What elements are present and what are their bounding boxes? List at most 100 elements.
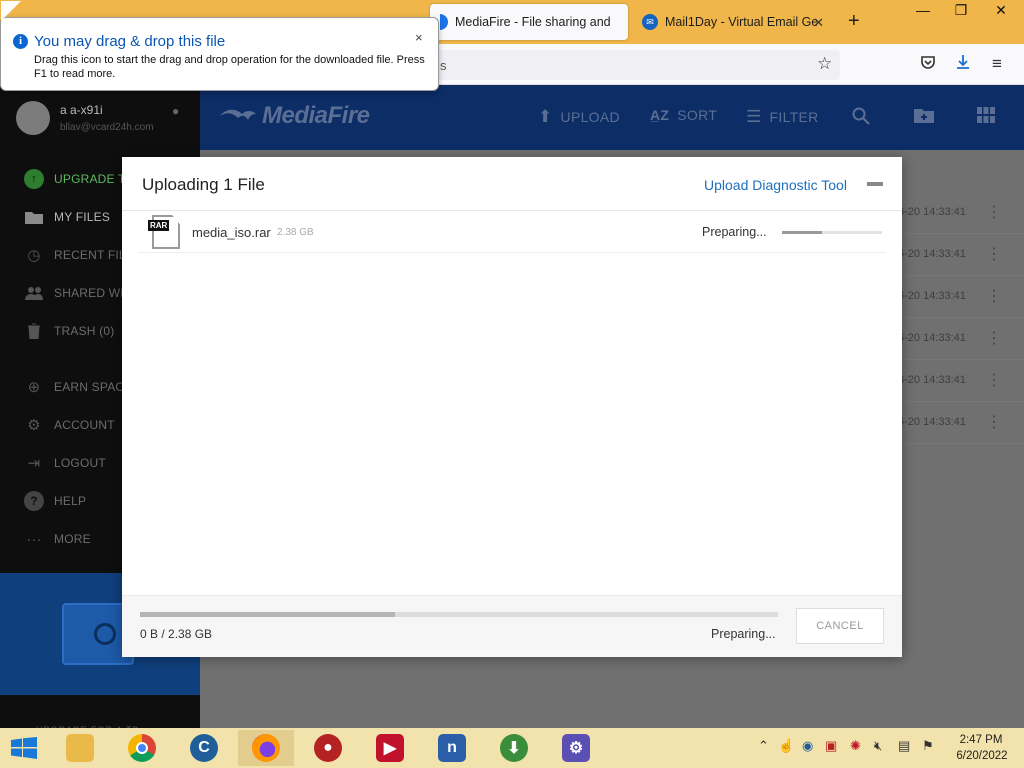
- file-progress-bar: [782, 231, 882, 234]
- row-date: 6-20 14:33:41: [898, 248, 966, 260]
- more-options-icon[interactable]: ⋮: [986, 202, 1002, 222]
- total-progress-fill: [140, 612, 396, 617]
- taskbar-app-ccleaner[interactable]: C: [176, 730, 232, 766]
- user-profile[interactable]: a a-x91i bllav@vcard24h.com ●: [16, 101, 196, 141]
- bookmark-star-icon[interactable]: ☆: [817, 54, 832, 74]
- tab-mail1day[interactable]: ✉ Mail1Day - Virtual Email Gen ✕: [632, 4, 832, 40]
- filter-button[interactable]: ☰ FILTER: [746, 107, 819, 127]
- info-icon: i: [13, 34, 28, 49]
- flag-icon[interactable]: ⚑: [922, 738, 934, 754]
- tooltip-arrow: [1, 1, 21, 21]
- pocket-icon[interactable]: [920, 54, 936, 75]
- sidebar-item-label: MORE: [54, 532, 91, 546]
- row-date: 6-20 14:33:41: [898, 206, 966, 218]
- logo-text: MediaFire: [262, 102, 370, 129]
- grid-view-icon: [977, 107, 995, 128]
- taskbar-app-settings[interactable]: ⚙: [548, 730, 604, 766]
- upload-dialog-title: Uploading 1 File: [142, 175, 265, 194]
- taskbar-app-download-manager[interactable]: ⬇: [486, 730, 542, 766]
- folder-icon: [24, 207, 44, 227]
- more-options-icon[interactable]: ⋮: [986, 412, 1002, 432]
- sidebar-item-label: UPGRADE T: [54, 172, 126, 186]
- more-options-icon[interactable]: ⋮: [986, 286, 1002, 306]
- help-icon: ?: [24, 491, 44, 511]
- upload-label: UPLOAD: [560, 109, 620, 125]
- recorder-icon: ●: [314, 734, 342, 762]
- taskbar-app-n[interactable]: n: [424, 730, 480, 766]
- address-bar[interactable]: s: [430, 50, 840, 80]
- tray-video-icon[interactable]: ▣: [825, 738, 837, 754]
- tray-record-icon[interactable]: ✺: [850, 738, 861, 754]
- chrome-icon: [128, 734, 156, 762]
- new-folder-icon: [914, 107, 934, 128]
- rar-file-icon: RAR: [148, 215, 180, 249]
- sidebar-item-label: RECENT FIL: [54, 248, 126, 262]
- minimize-window-icon[interactable]: —: [904, 0, 942, 22]
- clock-time[interactable]: 2:47 PM: [956, 734, 1006, 746]
- restore-window-icon[interactable]: ❐: [942, 0, 980, 22]
- tray-ccleaner-icon[interactable]: ◉: [802, 738, 813, 754]
- url-text: s: [440, 58, 447, 73]
- upload-file-size: 2.38 GB: [277, 227, 314, 238]
- new-folder-button[interactable]: [914, 107, 942, 128]
- windows-start-icon[interactable]: [10, 737, 38, 759]
- download-manager-icon: ⬇: [500, 734, 528, 762]
- upload-file-status: Preparing...: [702, 225, 767, 239]
- sidebar-item-label: LOGOUT: [54, 456, 106, 470]
- taskbar-app-video-recorder[interactable]: ▶: [362, 730, 418, 766]
- sidebar-item-label: MY FILES: [54, 210, 111, 224]
- sort-button[interactable]: A̲Z SORT: [650, 107, 717, 123]
- downloads-icon[interactable]: [955, 54, 971, 75]
- tray-touch-icon[interactable]: ☝: [778, 738, 794, 754]
- row-date: 6-20 14:33:41: [898, 416, 966, 428]
- tooltip-title: You may drag & drop this file: [34, 33, 226, 50]
- volume-muted-icon[interactable]: 🔇︎: [874, 738, 882, 754]
- taskbar-app-recorder[interactable]: ●: [300, 730, 356, 766]
- tab-mediafire[interactable]: MediaFire - File sharing and: [430, 4, 628, 40]
- close-window-icon[interactable]: ✕: [982, 0, 1020, 22]
- clock-date[interactable]: 6/20/2022: [950, 750, 1014, 762]
- upload-dialog-header: Uploading 1 File Upload Diagnostic Tool: [122, 157, 902, 211]
- network-icon[interactable]: ▤: [898, 738, 910, 754]
- more-options-icon[interactable]: ⋮: [986, 328, 1002, 348]
- new-tab-button[interactable]: +: [848, 10, 860, 33]
- taskbar-app-firefox[interactable]: [238, 730, 294, 766]
- sort-label: SORT: [677, 107, 718, 123]
- row-date: 6-20 14:33:41: [898, 290, 966, 302]
- close-tab-icon[interactable]: ✕: [813, 15, 824, 31]
- search-button[interactable]: [852, 107, 878, 130]
- upload-file-row: RAR media_iso.rar 2.38 GB Preparing...: [138, 211, 886, 253]
- sidebar-item-label: HELP: [54, 494, 87, 508]
- app-top-nav: MediaFire ⬆ UPLOAD A̲Z SORT ☰ FILTER: [200, 85, 1024, 150]
- bell-icon[interactable]: ●: [172, 104, 179, 118]
- upload-button[interactable]: ⬆ UPLOAD: [538, 107, 620, 127]
- vault-dial: [94, 623, 116, 645]
- upload-icon: ⬆: [538, 107, 553, 126]
- settings-app-icon: ⚙: [562, 734, 590, 762]
- more-options-icon[interactable]: ⋮: [986, 244, 1002, 264]
- taskbar-app-explorer[interactable]: [52, 730, 108, 766]
- tray-overflow-icon[interactable]: ⌃: [758, 738, 769, 754]
- people-icon: [24, 283, 44, 303]
- mediafire-flame-icon: [220, 109, 256, 120]
- close-icon[interactable]: ×: [415, 30, 423, 45]
- upload-diagnostic-link[interactable]: Upload Diagnostic Tool: [704, 177, 847, 193]
- filter-icon: ☰: [746, 107, 762, 126]
- more-options-icon[interactable]: ⋮: [986, 370, 1002, 390]
- tab-title: Mail1Day - Virtual Email Gen: [665, 15, 817, 29]
- drag-drop-tooltip: i You may drag & drop this file Drag thi…: [0, 1, 439, 91]
- clock-icon: ◷: [27, 247, 41, 264]
- mediafire-logo[interactable]: MediaFire: [218, 102, 370, 130]
- mediafire-favicon-icon: [440, 14, 448, 30]
- grid-view-button[interactable]: [977, 107, 1003, 128]
- taskbar-app-chrome[interactable]: [114, 730, 170, 766]
- plus-circle-icon: ⊕: [27, 379, 41, 396]
- upload-dialog: Uploading 1 File Upload Diagnostic Tool …: [122, 157, 902, 657]
- user-email: bllav@vcard24h.com: [60, 122, 154, 133]
- menu-hamburger-icon[interactable]: ≡: [992, 54, 1002, 74]
- file-explorer-icon: [66, 734, 94, 762]
- cancel-button[interactable]: CANCEL: [796, 608, 884, 644]
- minimize-dialog-icon[interactable]: [867, 182, 883, 186]
- n-app-icon: n: [438, 734, 466, 762]
- upload-file-name: media_iso.rar: [192, 225, 271, 240]
